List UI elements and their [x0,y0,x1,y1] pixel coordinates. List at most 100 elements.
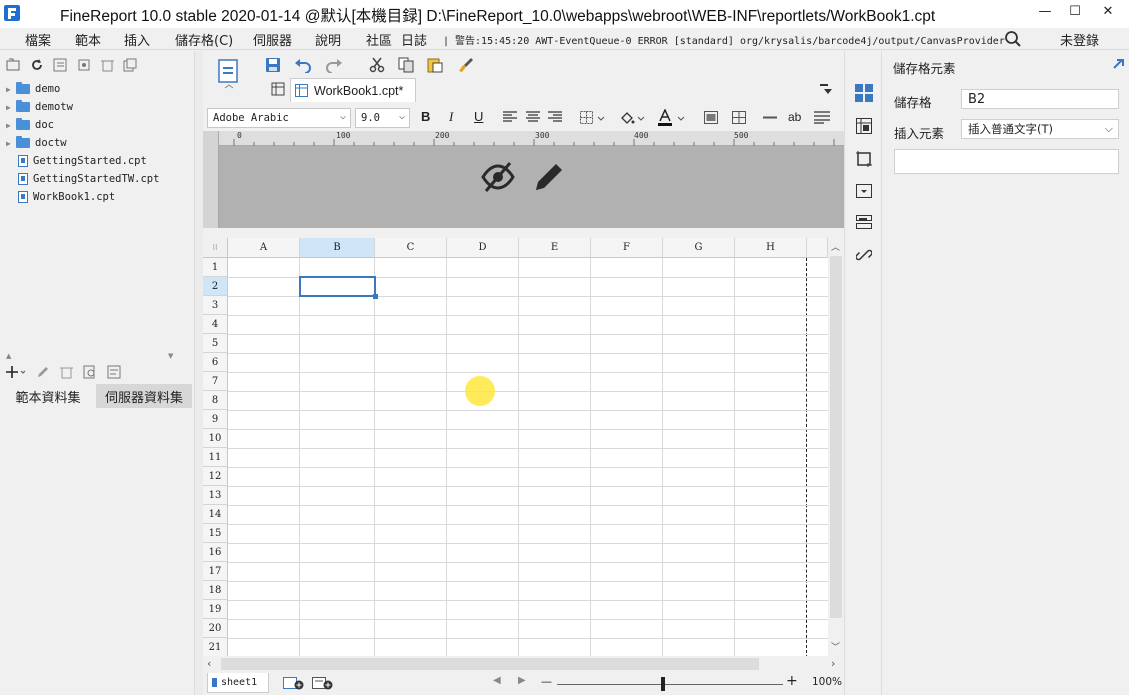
column-header-c[interactable]: C [375,238,447,258]
cell-content-input[interactable] [894,149,1119,174]
column-header-b[interactable]: B [300,238,375,258]
wrap-icon[interactable] [763,111,777,124]
font-color-icon[interactable] [658,109,686,127]
menu-server[interactable]: 伺服器 [253,30,292,49]
tree-folder-demo[interactable]: ▶ demo [6,80,60,98]
left-splitter[interactable] [194,51,203,695]
hyperlink-icon[interactable] [856,247,872,263]
tree-folder-doctw[interactable]: ▶ doctw [6,134,67,152]
tab-template-dataset[interactable]: 範本資料集 [0,384,96,408]
menu-help[interactable]: 說明 [315,30,341,49]
menu-log[interactable]: 日誌 [401,30,427,49]
dataset-settings-icon[interactable] [107,365,122,379]
row-header[interactable]: 11 [203,448,228,467]
row-header[interactable]: 16 [203,543,228,562]
add-form-sheet-icon[interactable] [312,676,334,690]
row-header[interactable]: 5 [203,334,228,353]
chevron-down-icon[interactable]: ⌵ [399,111,405,122]
save-icon[interactable] [265,57,281,73]
settings-icon[interactable] [77,58,92,72]
refresh-icon[interactable] [30,58,44,72]
merge-cells-icon[interactable] [704,111,718,124]
zoom-slider-track[interactable] [557,684,783,685]
sheet-prev-icon[interactable]: ◀ [493,675,501,686]
tree-file-gettingstartedtw[interactable]: GettingStartedTW.cpt [6,170,159,188]
row-header[interactable]: 1 [203,258,228,277]
row-header[interactable]: 20 [203,619,228,638]
scroll-thumb[interactable] [830,256,842,618]
scroll-thumb[interactable] [221,658,759,670]
fill-color-icon[interactable] [620,111,646,125]
paste-icon[interactable] [427,57,443,73]
redo-icon[interactable] [325,57,343,73]
edit-pencil-icon[interactable] [532,160,564,194]
selected-cell-b2[interactable] [299,276,378,299]
scroll-right-icon[interactable]: › [831,657,835,670]
row-header[interactable]: 4 [203,315,228,334]
tree-folder-doc[interactable]: ▶ doc [6,116,54,134]
add-icon[interactable] [6,365,26,379]
sheet-tab-sheet1[interactable]: sheet1 [207,673,269,693]
pin-icon[interactable] [1112,57,1125,70]
menu-insert[interactable]: 插入 [124,30,150,49]
insert-element-select[interactable]: 插入普通文字(T) ⌵ [961,119,1119,139]
italic-button[interactable]: I [449,109,453,125]
delete-icon[interactable] [101,58,114,72]
row-header[interactable]: 6 [203,353,228,372]
row-header[interactable]: 10 [203,429,228,448]
bold-button[interactable]: B [421,109,430,124]
column-header-e[interactable]: E [519,238,591,258]
menu-template[interactable]: 範本 [75,30,101,49]
delete-icon[interactable] [60,365,73,379]
cell-field[interactable]: B2 [961,89,1119,109]
select-all-corner[interactable]: ⁝⁝ [203,238,228,258]
row-header[interactable]: 12 [203,467,228,486]
row-header[interactable]: 13 [203,486,228,505]
widget-icon[interactable] [856,151,872,167]
sheet-next-icon[interactable]: ▶ [518,675,526,686]
column-header-i[interactable] [807,238,828,258]
column-header-h[interactable]: H [735,238,807,258]
hide-eye-icon[interactable] [480,160,516,194]
horizontal-scrollbar[interactable]: ‹ › [203,656,844,672]
align-center-icon[interactable] [526,111,540,123]
tree-file-gettingstarted[interactable]: GettingStarted.cpt [6,152,147,170]
row-header[interactable]: 7 [203,372,228,391]
collapse-up-icon[interactable]: ▲ [6,352,11,360]
scroll-down-icon[interactable]: ﹀ [831,640,840,653]
grid-view-icon[interactable] [271,82,285,96]
zoom-slider-thumb[interactable] [661,677,665,691]
split-cells-icon[interactable] [732,111,746,124]
spreadsheet-grid[interactable]: ⁝⁝ A B C D E F G H 1 2 3 4 5 6 7 8 9 10 … [203,238,828,656]
cut-icon[interactable] [369,57,385,73]
row-header[interactable]: 3 [203,296,228,315]
row-header[interactable]: 8 [203,391,228,410]
new-folder-icon[interactable] [6,58,21,72]
tab-server-dataset[interactable]: 伺服器資料集 [96,384,192,408]
expand-arrow-icon[interactable]: ▶ [6,85,16,94]
line-spacing-icon[interactable] [814,111,830,124]
column-header-a[interactable]: A [228,238,300,258]
filter-icon[interactable] [856,184,872,198]
copy-icon[interactable] [398,57,414,73]
row-header[interactable]: 14 [203,505,228,524]
font-family-select[interactable]: Adobe Arabic ⌵ [207,108,351,128]
undo-icon[interactable] [294,57,312,73]
row-header[interactable]: 15 [203,524,228,543]
login-link[interactable]: 未登錄 [1060,30,1099,49]
template-icon[interactable] [53,58,68,72]
new-report-icon[interactable] [215,58,243,90]
column-header-f[interactable]: F [591,238,663,258]
tree-file-workbook1[interactable]: WorkBook1.cpt [6,188,115,206]
zoom-in-button[interactable]: + [786,673,798,689]
text-direction-button[interactable]: ab [788,110,801,124]
column-header-d[interactable]: D [447,238,519,258]
add-sheet-icon[interactable] [283,676,305,690]
zoom-out-button[interactable]: — [541,675,552,688]
cell-attribute-icon[interactable] [856,118,872,134]
border-icon[interactable] [580,111,606,125]
chevron-down-icon[interactable]: ⌵ [340,111,346,122]
row-header[interactable]: 18 [203,581,228,600]
collapse-down-icon[interactable]: ▼ [168,352,173,360]
format-painter-icon[interactable] [456,57,474,73]
